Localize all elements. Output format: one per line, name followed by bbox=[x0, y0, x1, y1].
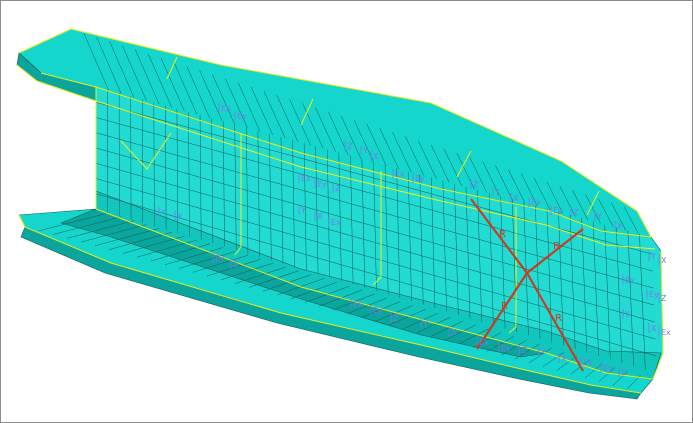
bc-label: X bbox=[651, 324, 657, 333]
bc-label: X bbox=[617, 222, 623, 231]
bc-label: Ey bbox=[553, 206, 563, 215]
bc-label: Z bbox=[661, 294, 667, 303]
bc-label: Ex bbox=[479, 338, 489, 347]
bc-label: Y bbox=[160, 208, 166, 217]
bc-label: Z bbox=[621, 368, 627, 377]
bc-label: Y bbox=[624, 310, 630, 319]
bc-label: X bbox=[177, 212, 183, 221]
bc-label: Ex bbox=[625, 276, 635, 285]
rigid-label-3: R bbox=[501, 301, 508, 312]
rigid-label-2: R bbox=[553, 241, 560, 252]
bc-label: Ey bbox=[373, 306, 383, 315]
fe-model-scene[interactable]: R R R R ExEyZ YXExEy ZYXExEyZY XEx EyZYX ExEy… bbox=[1, 1, 692, 422]
bc-label: X bbox=[561, 354, 567, 363]
bc-label: X bbox=[451, 328, 457, 337]
bc-label: Z bbox=[393, 314, 399, 323]
rigid-label-4: R bbox=[555, 313, 562, 324]
bc-label: Z bbox=[233, 260, 239, 269]
bc-label: Ey bbox=[603, 364, 613, 373]
bc-label: Ex bbox=[221, 104, 231, 113]
bc-label: Ey bbox=[317, 180, 327, 189]
bc-label: X bbox=[317, 212, 323, 221]
bc-label: X bbox=[661, 256, 667, 265]
bc-label: Ey bbox=[649, 290, 659, 299]
bc-label: Y bbox=[596, 212, 602, 221]
bc-label: Ey bbox=[415, 174, 425, 183]
bc-label: Z bbox=[473, 180, 479, 189]
bc-label: X bbox=[513, 194, 519, 203]
bc-label: Z bbox=[347, 142, 353, 151]
rigid-label-1: R bbox=[499, 229, 506, 240]
bc-label: Y bbox=[540, 348, 546, 357]
bc-label: Y bbox=[494, 188, 500, 197]
bc-label: Y bbox=[422, 320, 428, 329]
bc-label: Y bbox=[650, 252, 656, 261]
bc-label: Ex bbox=[583, 358, 593, 367]
bc-label: Y bbox=[362, 146, 368, 155]
bc-label: Z bbox=[521, 346, 527, 355]
bc-label: Ex bbox=[301, 174, 311, 183]
bc-label: Ey bbox=[215, 254, 225, 263]
graphics-viewport[interactable]: R R R R Ex Ey Z Y X Ex Ey Z Y X Ex Ey Z Y X Ex Ey Z Y X Ex Ey… bbox=[0, 0, 693, 423]
bc-label: Y bbox=[300, 206, 306, 215]
bc-label: Ex bbox=[531, 198, 541, 207]
bc-label: Ey bbox=[501, 344, 511, 353]
bc-label: Ex bbox=[353, 300, 363, 309]
bc-label: Ex bbox=[395, 170, 405, 179]
bc-label: Ex bbox=[331, 218, 341, 227]
bc-label: Ey bbox=[237, 112, 247, 121]
bc-label: Z bbox=[573, 208, 579, 217]
bc-label: Ex bbox=[661, 328, 671, 337]
bc-label: Z bbox=[335, 184, 341, 193]
bc-label: X bbox=[373, 152, 379, 161]
